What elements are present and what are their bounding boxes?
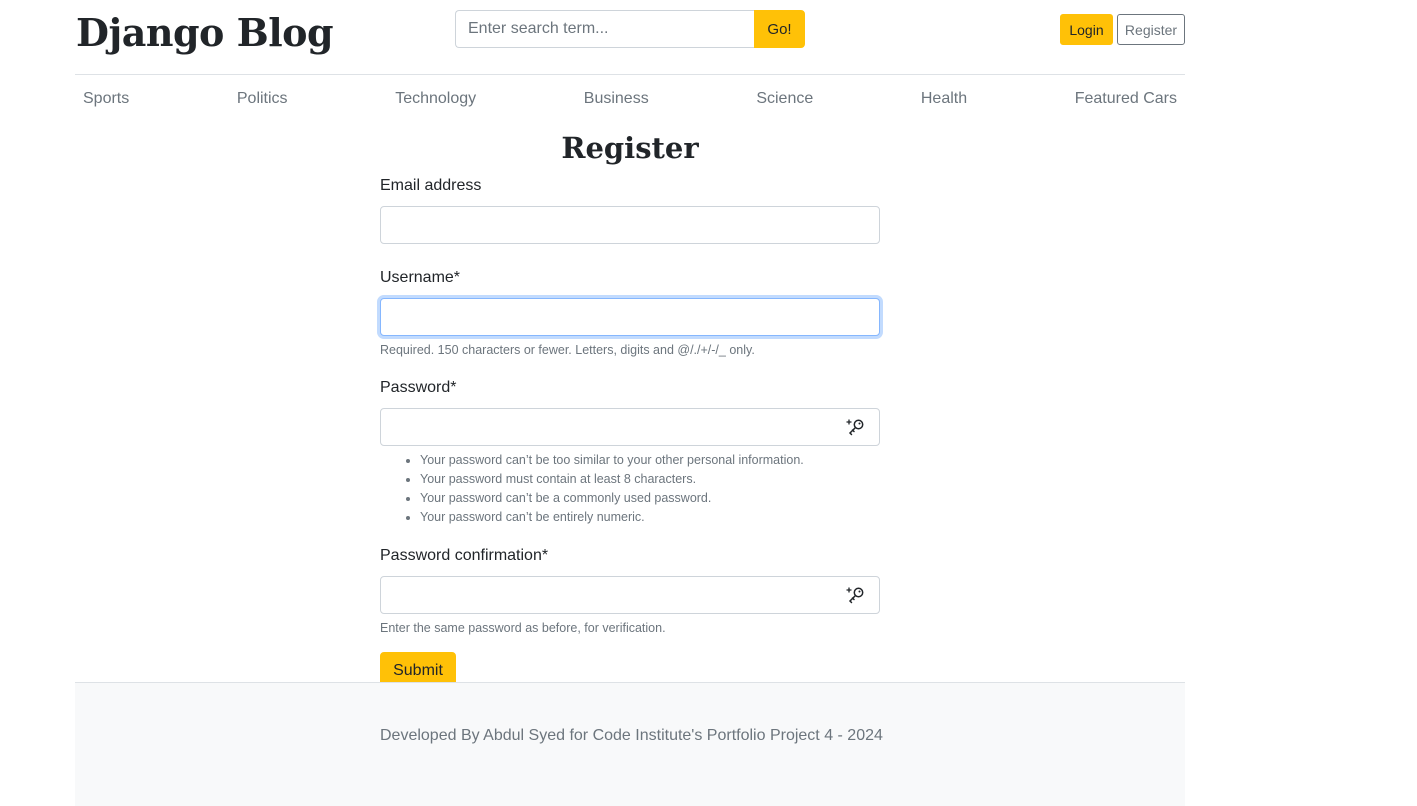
header-divider [75, 74, 1185, 75]
password-label: Password* [380, 379, 457, 396]
search-form: Go! [455, 10, 805, 48]
site-footer: Developed By Abdul Syed for Code Institu… [75, 682, 1185, 806]
category-link-sports[interactable]: Sports [83, 86, 129, 112]
category-link-politics[interactable]: Politics [237, 86, 288, 112]
email-field[interactable] [380, 206, 880, 244]
footer-credit-text: Developed By Abdul Syed for Code Institu… [380, 727, 883, 744]
password-rules-list: Your password can’t be too similar to yo… [380, 451, 880, 527]
search-input[interactable] [455, 10, 754, 48]
category-link-business[interactable]: Business [584, 86, 649, 112]
category-link-science[interactable]: Science [756, 86, 813, 112]
password-confirmation-wrapper [380, 576, 880, 614]
category-link-featured-cars[interactable]: Featured Cars [1075, 86, 1177, 112]
password-rule: Your password must contain at least 8 ch… [420, 470, 880, 489]
password-field-wrapper [380, 408, 880, 446]
category-nav: Sports Politics Technology Business Scie… [75, 86, 1185, 112]
username-label: Username* [380, 269, 461, 286]
search-go-button[interactable]: Go! [754, 10, 805, 48]
password-confirmation-field[interactable] [380, 576, 880, 614]
login-button[interactable]: Login [1060, 14, 1113, 45]
site-brand-logo[interactable]: Django Blog [76, 10, 334, 56]
password-confirmation-help-text: Enter the same password as before, for v… [380, 621, 666, 635]
username-field[interactable] [380, 298, 880, 336]
page-title: Register [561, 131, 699, 165]
auth-buttons: Login Register [1060, 14, 1185, 45]
password-field[interactable] [380, 408, 880, 446]
email-label: Email address [380, 177, 482, 194]
key-suggest-icon[interactable] [846, 417, 866, 437]
password-confirmation-label: Password confirmation* [380, 547, 549, 564]
username-help-text: Required. 150 characters or fewer. Lette… [380, 343, 755, 357]
page: Django Blog Go! Login Register Sports Po… [0, 0, 1417, 806]
category-link-health[interactable]: Health [921, 86, 967, 112]
register-form: Register Email address Username* Require… [380, 128, 880, 690]
password-rule: Your password can’t be entirely numeric. [420, 508, 880, 527]
register-button[interactable]: Register [1117, 14, 1185, 45]
password-rule: Your password can’t be too similar to yo… [420, 451, 880, 470]
key-suggest-icon[interactable] [846, 585, 866, 605]
category-link-technology[interactable]: Technology [395, 86, 476, 112]
password-rule: Your password can’t be a commonly used p… [420, 489, 880, 508]
